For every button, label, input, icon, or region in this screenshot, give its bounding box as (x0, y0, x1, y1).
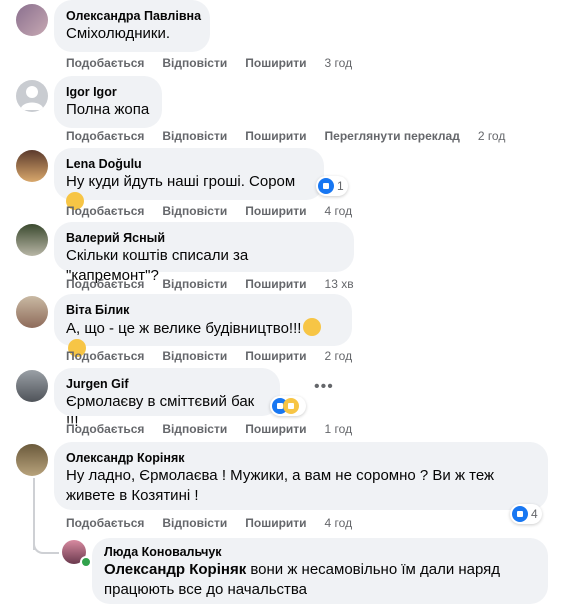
comment-bubble: Валерий Ясный Скільки коштів списали за … (54, 222, 354, 284)
reply-button[interactable]: Відповісти (162, 516, 227, 530)
comment-actions: Подобається Відповісти Поширити 1 год (66, 422, 370, 436)
comment-text: Олександр Коріняк вони ж несамовільно їм… (104, 561, 501, 598)
avatar[interactable] (16, 444, 48, 476)
avatar[interactable] (16, 224, 48, 256)
comment-bubble: Jurgen Gif Єрмолаєву в сміттєвий бак !!! (54, 368, 280, 430)
reply-thread-connector (33, 536, 59, 554)
comment-actions: Подобається Відповісти Поширити 4 год (66, 204, 370, 218)
comment-actions: Подобається Відповісти Поширити 2 год (66, 349, 370, 363)
mention-link[interactable]: Олександр Коріняк (104, 561, 246, 578)
like-button[interactable]: Подобається (66, 422, 144, 436)
timestamp[interactable]: 2 год (325, 349, 353, 363)
reply-button[interactable]: Відповісти (162, 277, 227, 291)
more-options-icon[interactable]: ••• (314, 378, 334, 396)
like-button[interactable]: Подобається (66, 349, 144, 363)
share-button[interactable]: Поширити (245, 204, 306, 218)
comment-author[interactable]: Олександра Павлівна (66, 8, 201, 24)
avatar[interactable] (16, 296, 48, 328)
reply-button[interactable]: Відповісти (162, 422, 227, 436)
reply-button[interactable]: Відповісти (162, 129, 227, 143)
reaction-count[interactable]: 4 (510, 504, 542, 524)
like-button[interactable]: Подобається (66, 204, 144, 218)
reaction-count[interactable] (270, 396, 306, 416)
comment-author[interactable]: Віта Білик (66, 302, 340, 318)
share-button[interactable]: Поширити (245, 516, 306, 530)
online-status-dot (80, 556, 92, 568)
comment-bubble: Віта Білик А, що - це ж велике будівницт… (54, 294, 352, 357)
comment-author[interactable]: Олександр Коріняк (66, 450, 536, 466)
reply-button[interactable]: Відповісти (162, 204, 227, 218)
like-button[interactable]: Подобається (66, 277, 144, 291)
comment-bubble: Igor Igor Полна жопа (54, 76, 162, 128)
share-button[interactable]: Поширити (245, 129, 306, 143)
comment-author[interactable]: Jurgen Gif (66, 376, 268, 392)
default-avatar-icon (20, 86, 44, 110)
comment-bubble: Олександр Коріняк Ну ладно, Єрмолаєва ! … (54, 442, 548, 510)
comment-author[interactable]: Валерий Ясный (66, 230, 342, 246)
like-button[interactable]: Подобається (66, 56, 144, 70)
comment-text: Ну ладно, Єрмолаєва ! Мужики, а вам не с… (66, 467, 495, 504)
comment-actions: Подобається Відповісти Поширити 3 год (66, 56, 370, 70)
like-button[interactable]: Подобається (66, 516, 144, 530)
comment-text: Сміхолюдники. (66, 25, 171, 42)
timestamp[interactable]: 13 хв (325, 277, 354, 291)
timestamp[interactable]: 4 год (325, 516, 353, 530)
comment-actions: Подобається Відповісти Поширити 4 год (66, 516, 370, 530)
timestamp[interactable]: 4 год (325, 204, 353, 218)
comment-bubble: Олександра Павлівна Сміхолюдники. (54, 0, 210, 52)
avatar[interactable] (16, 4, 48, 36)
translate-button[interactable]: Переглянути переклад (325, 129, 460, 143)
comment-actions: Подобається Відповісти Поширити Переглянути… (66, 129, 523, 143)
comment-text: Полна жопа (66, 101, 150, 118)
reply-button[interactable]: Відповісти (162, 56, 227, 70)
avatar[interactable] (16, 370, 48, 402)
comment-bubble: Люда Коновальчук Олександр Коріняк вони … (92, 538, 548, 604)
timestamp[interactable]: 3 год (325, 56, 353, 70)
avatar[interactable] (16, 150, 48, 182)
grin-emoji-icon (303, 318, 322, 336)
share-button[interactable]: Поширити (245, 422, 306, 436)
love-reaction-icon (283, 398, 299, 414)
like-button[interactable]: Подобається (66, 129, 144, 143)
comment-author[interactable]: Igor Igor (66, 84, 150, 100)
reply-button[interactable]: Відповісти (162, 349, 227, 363)
timestamp[interactable]: 2 год (478, 129, 506, 143)
share-button[interactable]: Поширити (245, 277, 306, 291)
like-reaction-icon (318, 178, 334, 194)
comment-author[interactable]: Lena Doğulu (66, 156, 312, 172)
comment-author[interactable]: Люда Коновальчук (104, 544, 536, 560)
comment-actions: Подобається Відповісти Поширити 13 хв (66, 277, 372, 291)
avatar[interactable] (16, 80, 48, 112)
share-button[interactable]: Поширити (245, 349, 306, 363)
share-button[interactable]: Поширити (245, 56, 306, 70)
comment-bubble: Lena Doğulu Ну куди йдуть наші гроші. Со… (54, 148, 324, 210)
timestamp[interactable]: 1 год (325, 422, 353, 436)
reaction-count[interactable]: 1 (316, 176, 348, 196)
like-reaction-icon (512, 506, 528, 522)
